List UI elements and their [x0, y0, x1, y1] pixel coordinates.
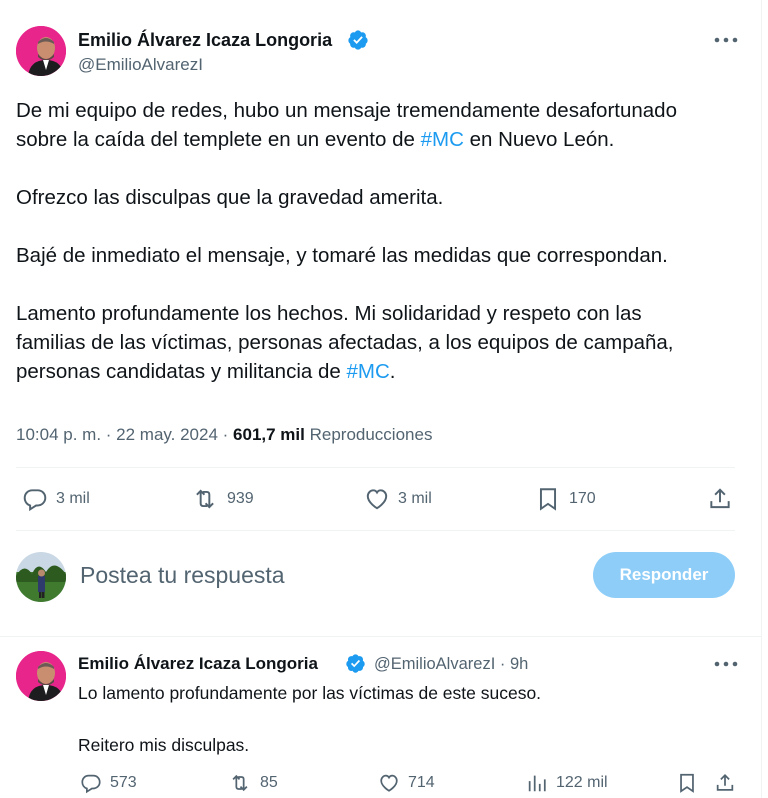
verified-badge-icon: [348, 30, 368, 50]
reply-count: 573: [110, 774, 137, 791]
tweet-text: familias de las víctimas, personas afect…: [16, 331, 674, 354]
separator: ·: [101, 425, 117, 444]
repost-icon: [232, 774, 248, 792]
reply-text: Reitero mis disculpas.: [78, 735, 250, 755]
views-button[interactable]: 122 mil: [526, 772, 608, 794]
bookmark-count: 170: [569, 490, 596, 507]
bookmark-button[interactable]: 170: [535, 486, 596, 512]
reply-button[interactable]: 3 mil: [22, 486, 90, 512]
like-button[interactable]: 3 mil: [364, 486, 432, 512]
tweet-text: .: [389, 360, 396, 383]
reply-body: Lo lamento profundamente por las víctima…: [78, 681, 738, 757]
reply-text: Lo lamento profundamente por las víctima…: [78, 683, 542, 703]
tweet-date[interactable]: 22 may. 2024: [116, 425, 218, 444]
tweet-text: De mi equipo de redes, hubo un mensaje t…: [16, 99, 677, 122]
bar-chart-icon: [528, 775, 546, 792]
like-count: 3 mil: [398, 490, 432, 507]
repost-count: 939: [227, 490, 254, 507]
more-options-icon[interactable]: [713, 660, 739, 668]
separator: ·: [217, 425, 234, 444]
reply-input[interactable]: Postea tu respuesta: [80, 562, 285, 589]
views-count: 122 mil: [556, 774, 608, 791]
share-button[interactable]: [714, 772, 744, 794]
views-label: Reproducciones: [304, 425, 433, 444]
bookmark-icon: [680, 773, 694, 793]
share-icon: [716, 773, 734, 791]
repost-count: 85: [260, 774, 278, 791]
repost-button[interactable]: 939: [191, 486, 254, 512]
reply-icon: [23, 489, 47, 512]
bookmark-button[interactable]: [676, 772, 706, 794]
bookmark-icon: [539, 488, 557, 511]
reply-submit-button[interactable]: Responder: [593, 552, 735, 598]
reply-author-meta: @EmilioAlvarezI · 9h: [374, 655, 528, 674]
reply-icon: [81, 774, 101, 794]
like-count: 714: [408, 774, 435, 791]
author-avatar[interactable]: [16, 26, 66, 76]
tweet-text: sobre la caída del templete en un evento…: [16, 128, 421, 151]
tweet-text: Bajé de inmediato el mensaje, y tomaré l…: [16, 244, 668, 267]
tweet-time[interactable]: 10:04 p. m.: [16, 425, 101, 444]
reply-author-avatar[interactable]: [16, 651, 66, 701]
share-button[interactable]: [707, 486, 741, 512]
repost-button[interactable]: 85: [228, 772, 278, 794]
more-options-icon[interactable]: [713, 36, 739, 44]
share-icon: [710, 488, 730, 509]
heart-icon: [380, 774, 398, 792]
frame-border: [761, 0, 762, 798]
tweet-text: Ofrezco las disculpas que la gravedad am…: [16, 186, 444, 209]
reply-button[interactable]: 573: [80, 772, 137, 794]
hashtag-link[interactable]: #MC: [346, 360, 389, 383]
repost-icon: [196, 489, 214, 509]
reply-author-handle[interactable]: @EmilioAlvarezI: [374, 655, 495, 673]
verified-badge-icon: [346, 654, 365, 673]
tweet-meta: 10:04 p. m. · 22 may. 2024 · 601,7 mil R…: [16, 425, 432, 445]
tweet-body: De mi equipo de redes, hubo un mensaje t…: [16, 96, 751, 386]
author-name[interactable]: Emilio Álvarez Icaza Longoria: [78, 30, 332, 51]
reply-time[interactable]: · 9h: [500, 655, 528, 673]
reply-count: 3 mil: [56, 490, 90, 507]
like-button[interactable]: 714: [378, 772, 435, 794]
user-avatar[interactable]: [16, 552, 66, 602]
tweet-text: personas candidatas y militancia de: [16, 360, 347, 383]
divider: [0, 636, 761, 637]
divider: [16, 530, 735, 531]
heart-icon: [366, 489, 388, 510]
tweet-text: en Nuevo León.: [463, 128, 615, 151]
tweet-text: Lamento profundamente los hechos. Mi sol…: [16, 302, 642, 325]
views-count: 601,7 mil: [233, 425, 305, 444]
author-handle[interactable]: @EmilioAlvarezI: [78, 55, 203, 75]
divider: [16, 467, 735, 468]
reply-author-name[interactable]: Emilio Álvarez Icaza Longoria: [78, 654, 318, 674]
hashtag-link[interactable]: #MC: [421, 128, 464, 151]
